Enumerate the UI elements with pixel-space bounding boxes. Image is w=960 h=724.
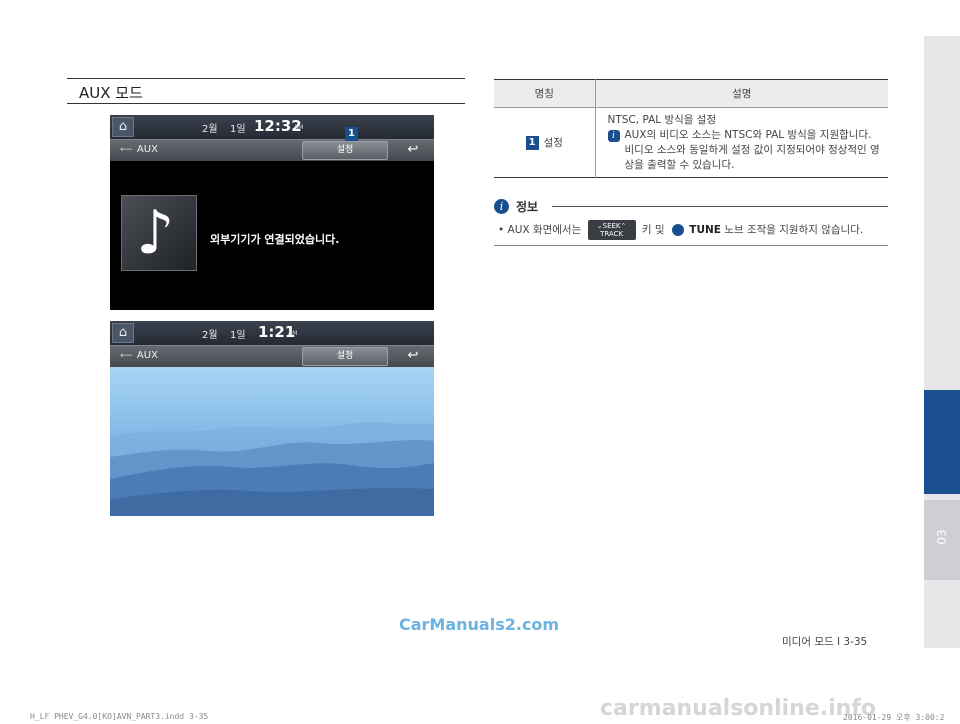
info-text-middle: 키 및 [641, 224, 665, 236]
callout-marker: 1 [525, 135, 539, 150]
month: 2월 [202, 330, 218, 341]
info-text: • AUX 화면에서는 ⌄SEEK⌃ TRACK 키 및 TUNE 노브 조작을… [494, 218, 888, 246]
tune-label: TUNE [689, 224, 721, 236]
print-slug: H_LF PHEV_G4.0[KO]AVN_PART3.indd 3-35 [30, 712, 209, 721]
info-label: 정보 [516, 200, 539, 214]
info-icon: i [607, 130, 620, 142]
table-row: 1 설정 NTSC, PAL 방식을 설정 i AUX의 비디오 소스는 NTS… [494, 107, 888, 178]
source-toolbar: ⟵ AUX 설정 ↩ [110, 345, 434, 367]
info-text-after: 노브 조작을 지원하지 않습니다. [724, 224, 864, 236]
info-icon: i [494, 199, 509, 214]
back-arrow-icon: ↩ [407, 142, 419, 157]
source-label: ⟵ AUX [120, 350, 158, 361]
seek-track-key-icon: ⌄SEEK⌃ TRACK [587, 220, 636, 240]
site-watermark: carmanualsonline.info [600, 696, 876, 721]
status-bar: ⌂ 2월 1일 1:21 AM [110, 321, 434, 345]
am-pm: AM [294, 124, 304, 131]
chapter-number: 03 [935, 529, 949, 545]
settings-button: 설정 [302, 141, 388, 160]
row-description-line: NTSC, PAL 방식을 설정 [607, 114, 717, 126]
active-chapter-tab [924, 390, 960, 494]
source-toolbar: ⟵ AUX 설정 ↩ [110, 139, 434, 161]
row-description-cell: NTSC, PAL 방식을 설정 i AUX의 비디오 소스는 NTSC와 PA… [595, 108, 888, 178]
description-table: 명칭 설명 1 설정 NTSC, PAL 방식을 설정 i AUX의 비디오 소… [494, 79, 888, 178]
source-label: ⟵ AUX [120, 144, 158, 155]
am-pm: AM [288, 330, 298, 337]
chapter-tab-bar: 03 [924, 36, 960, 648]
row-name: 설정 [543, 137, 563, 149]
settings-button: 설정 [302, 347, 388, 366]
page-number: 미디어 모드 I 3-35 [782, 636, 868, 648]
row-name-cell: 1 설정 [494, 107, 596, 178]
callout-marker: 1 [345, 127, 358, 141]
month: 2월 [202, 124, 218, 135]
tune-knob-icon [671, 224, 684, 236]
back-arrow-icon: ↩ [407, 348, 419, 363]
aux-cable-icon: ⟵ [120, 145, 133, 155]
head-unit-screen-connected: ⌂ 2월 1일 12:32 AM ⟵ AUX 설정 ↩ ♪ 외부기기가 연결되었습… [110, 115, 434, 310]
mountain-landscape [110, 422, 434, 516]
day: 1일 [230, 330, 246, 341]
day: 1일 [230, 124, 246, 135]
home-icon: ⌂ [112, 117, 134, 137]
info-heading: i 정보 [494, 197, 888, 215]
table-header-row: 명칭 설명 [494, 79, 888, 108]
status-bar: ⌂ 2월 1일 12:32 AM [110, 115, 434, 139]
track-label: TRACK [600, 230, 624, 238]
print-date: 2016-01-29 오후 3:00:2 [843, 713, 945, 722]
aux-cable-icon: ⟵ [120, 351, 133, 361]
video-image [110, 367, 434, 516]
header-name: 명칭 [494, 79, 596, 108]
seek-label: SEEK [602, 222, 621, 230]
row-note-text: AUX의 비디오 소스는 NTSC와 PAL 방식을 지원합니다. 비디오 소스… [624, 129, 880, 171]
home-icon: ⌂ [112, 323, 134, 343]
section-title: AUX 모드 [67, 78, 465, 104]
header-description: 설명 [595, 79, 888, 108]
row-note: i AUX의 비디오 소스는 NTSC와 PAL 방식을 지원합니다. 비디오 … [607, 128, 881, 173]
divider [552, 206, 888, 207]
info-text-before: • AUX 화면에서는 [498, 224, 582, 236]
chapter-tab: 03 [924, 500, 960, 580]
watermark: CarManuals2.com [399, 615, 560, 634]
head-unit-screen-video: ⌂ 2월 1일 1:21 AM ⟵ AUX 설정 ↩ [110, 321, 434, 516]
connection-message: 외부기기가 연결되었습니다. [210, 233, 340, 246]
music-note-icon: ♪ [121, 195, 197, 271]
